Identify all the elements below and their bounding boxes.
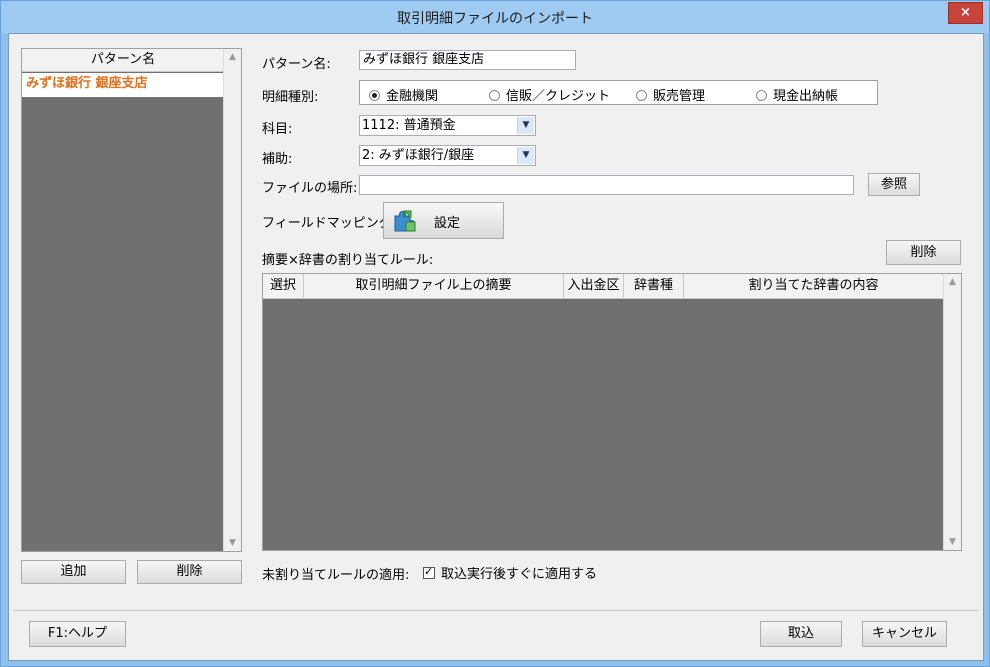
radio-sales[interactable]: 販売管理 [636, 85, 705, 104]
title-bar: 取引明細ファイルのインポート × [1, 1, 989, 33]
column-description[interactable]: 取引明細ファイル上の摘要 [304, 274, 564, 298]
footer-divider [13, 610, 979, 611]
rules-table-header: 選択 取引明細ファイル上の摘要 入出金区 辞書種 割り当てた辞書の内容 [263, 274, 944, 299]
pattern-list-item[interactable]: みずほ銀行 銀座支店 [22, 73, 224, 97]
radio-selected-icon [369, 90, 380, 101]
rules-table-scrollbar[interactable]: ▲ ▼ [943, 274, 961, 550]
column-dictionary-content[interactable]: 割り当てた辞書の内容 [684, 274, 944, 298]
scroll-up-icon[interactable]: ▲ [224, 52, 241, 62]
file-location-input[interactable] [359, 175, 854, 195]
browse-button[interactable]: 参照 [868, 173, 920, 196]
import-button[interactable]: 取込 [760, 621, 842, 647]
account-select-value: 1112: 普通預金 [362, 118, 456, 133]
scroll-down-icon[interactable]: ▼ [944, 537, 961, 547]
scroll-down-icon[interactable]: ▼ [224, 538, 241, 548]
unassigned-rule-label: 未割り当てルールの適用: [262, 568, 410, 583]
field-mapping-settings-button[interactable]: 設定 [383, 202, 504, 239]
column-select[interactable]: 選択 [263, 274, 304, 298]
column-in-out[interactable]: 入出金区 [564, 274, 624, 298]
puzzle-icon [394, 210, 416, 232]
file-location-label: ファイルの場所: [262, 181, 358, 196]
radio-credit[interactable]: 信販／クレジット [489, 85, 610, 104]
pattern-list-scrollbar[interactable]: ▲ ▼ [223, 49, 241, 551]
pattern-name-label: パターン名: [262, 57, 331, 72]
sub-account-select-value: 2: みずほ銀行/銀座 [362, 148, 475, 163]
delete-rule-button[interactable]: 削除 [886, 240, 961, 265]
pattern-name-input[interactable]: みずほ銀行 銀座支店 [359, 50, 576, 70]
chevron-down-icon[interactable]: ▼ [517, 147, 534, 164]
column-dictionary-type[interactable]: 辞書種 [624, 274, 684, 298]
close-button[interactable]: × [948, 2, 983, 24]
radio-empty-icon [489, 90, 500, 101]
sub-account-label: 補助: [262, 152, 293, 167]
dialog-body: パターン名 みずほ銀行 銀座支店 ▲ ▼ 追加 削除 パターン名: みずほ銀行 … [8, 33, 984, 661]
scroll-up-icon[interactable]: ▲ [944, 277, 961, 287]
account-select[interactable]: 1112: 普通預金 ▼ [359, 115, 536, 136]
radio-empty-icon [756, 90, 767, 101]
pattern-list-header: パターン名 [22, 49, 224, 72]
apply-after-import-checkbox[interactable]: 取込実行後すぐに適用する [423, 563, 597, 582]
add-pattern-button[interactable]: 追加 [21, 560, 126, 584]
field-mapping-settings-label: 設定 [434, 216, 461, 231]
account-label: 科目: [262, 122, 293, 137]
field-mapping-label: フィールドマッピング: [262, 216, 397, 231]
help-button[interactable]: F1:ヘルプ [29, 621, 126, 647]
chevron-down-icon[interactable]: ▼ [517, 117, 534, 134]
checkbox-checked-icon[interactable] [423, 565, 435, 579]
radio-financial[interactable]: 金融機関 [369, 85, 438, 104]
import-dialog: 取引明細ファイルのインポート × パターン名 みずほ銀行 銀座支店 ▲ ▼ 追加… [0, 0, 990, 667]
window-title: 取引明細ファイルのインポート [397, 11, 593, 27]
detail-type-radio-group: 金融機関 信販／クレジット 販売管理 現金出納帳 [359, 80, 878, 105]
radio-cashbook[interactable]: 現金出納帳 [756, 85, 838, 104]
apply-after-import-label: 取込実行後すぐに適用する [441, 567, 598, 582]
sub-account-select[interactable]: 2: みずほ銀行/銀座 ▼ [359, 145, 536, 166]
detail-type-label: 明細種別: [262, 90, 319, 105]
radio-empty-icon [636, 90, 647, 101]
pattern-list: パターン名 みずほ銀行 銀座支店 ▲ ▼ [21, 48, 242, 552]
delete-pattern-button[interactable]: 削除 [137, 560, 242, 584]
rules-label: 摘要×辞書の割り当てルール: [262, 253, 434, 268]
cancel-button[interactable]: キャンセル [862, 621, 947, 647]
rules-table: 選択 取引明細ファイル上の摘要 入出金区 辞書種 割り当てた辞書の内容 ▲ ▼ [262, 273, 962, 551]
